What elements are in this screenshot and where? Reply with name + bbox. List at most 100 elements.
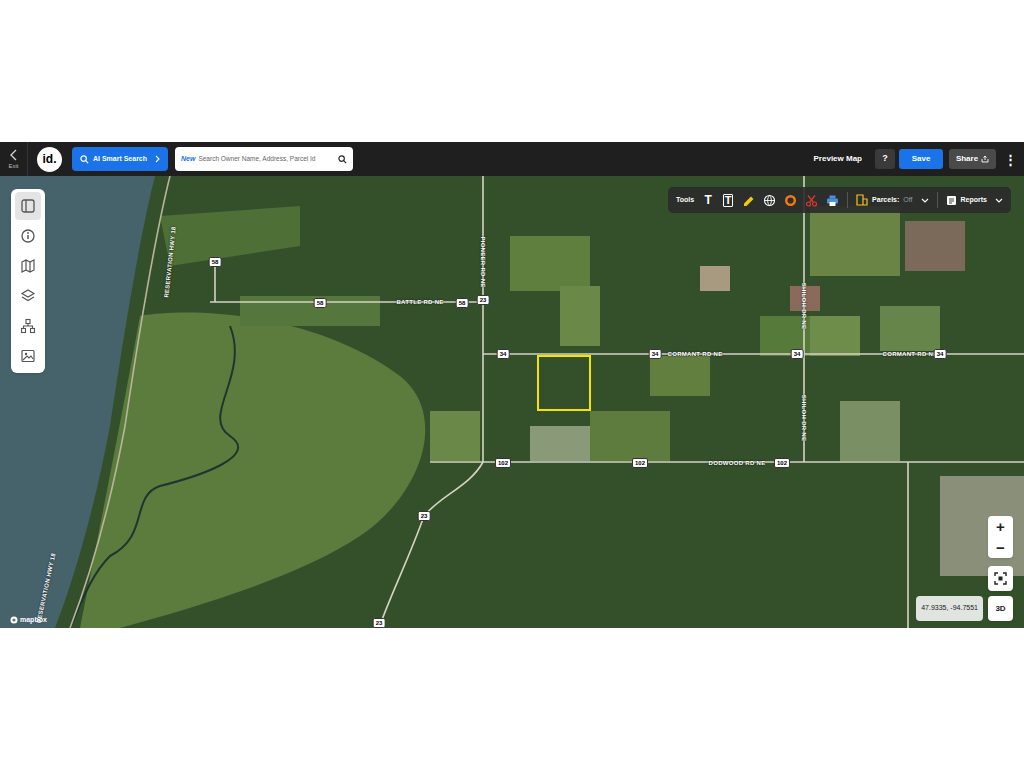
route-shield: 102 — [632, 458, 648, 468]
pencil-icon — [742, 194, 755, 207]
layers-icon — [20, 288, 36, 304]
reports-label: Reports — [961, 195, 987, 206]
divider — [937, 192, 938, 208]
sidebar-item[interactable] — [15, 342, 41, 370]
sidebar-item[interactable] — [15, 252, 41, 280]
logo-text: id. — [43, 153, 57, 165]
text-box-tool: T — [723, 194, 734, 207]
road-label: SHILOH DR NE — [801, 395, 807, 442]
info-icon — [20, 228, 36, 244]
route-shield: 34 — [649, 349, 662, 359]
tool-button[interactable] — [826, 193, 839, 207]
help-button[interactable]: ? — [875, 149, 895, 169]
route-shield: 34 — [791, 349, 804, 359]
parcels-icon — [856, 194, 868, 206]
3d-button[interactable]: 3D — [988, 596, 1013, 621]
scissors-icon — [805, 194, 818, 207]
route-shield: 102 — [774, 458, 790, 468]
save-button[interactable]: Save — [899, 149, 943, 169]
search-icon — [80, 155, 89, 164]
route-shield: 34 — [497, 349, 510, 359]
zoom-controls: + − — [988, 516, 1013, 558]
route-shield: 23 — [418, 511, 431, 521]
save-label: Save — [912, 153, 931, 165]
chevron-right-icon — [155, 155, 160, 163]
sidebar-item[interactable] — [15, 192, 41, 220]
route-shield: 58 — [314, 298, 327, 308]
sidebar-item[interactable] — [15, 282, 41, 310]
image-icon — [20, 348, 36, 364]
logo[interactable]: id. — [37, 147, 62, 172]
satellite-imagery — [0, 176, 1024, 628]
tools-label: Tools — [676, 195, 694, 206]
tool-button[interactable] — [742, 193, 755, 207]
chevron-down-icon — [995, 198, 1003, 203]
bottom-margin — [0, 628, 1024, 768]
report-icon — [946, 195, 957, 206]
map-icon — [20, 258, 36, 274]
globe-icon — [763, 194, 776, 207]
road-label: RESERVATION HWY 18 — [36, 552, 57, 623]
top-margin — [0, 0, 1024, 142]
road-label: SHILOH DR NE — [801, 283, 807, 330]
side-toolbar — [11, 189, 45, 373]
ai-search-button[interactable]: AI Smart Search — [72, 147, 168, 171]
tool-button[interactable] — [763, 193, 776, 207]
exit-label: Exit — [8, 163, 18, 169]
fit-button[interactable] — [988, 566, 1013, 591]
reports-menu[interactable]: Reports — [946, 195, 1003, 206]
route-shield: 23 — [373, 618, 386, 628]
map-toolbar: Tools TT Parcels: Off Reports — [668, 187, 1011, 213]
zoom-in-button[interactable]: + — [988, 516, 1013, 537]
sidebar-item[interactable] — [15, 222, 41, 250]
printer-icon — [826, 194, 839, 207]
chevron-down-icon — [921, 198, 929, 203]
divider — [847, 192, 848, 208]
3d-label: 3D — [995, 603, 1005, 615]
share-button[interactable]: Share — [949, 149, 996, 169]
exit-button[interactable]: Exit — [0, 142, 28, 176]
road-label: RESERVATION HWY 18 — [163, 226, 176, 298]
share-icon — [981, 155, 989, 163]
chevron-left-icon — [10, 149, 18, 161]
hierarchy-icon — [20, 318, 36, 334]
panel-icon — [20, 198, 36, 214]
more-button[interactable]: ⋮ — [1004, 153, 1012, 166]
road-label: CORMANT RD NE — [883, 351, 938, 357]
circle-icon — [784, 194, 797, 207]
tool-button[interactable] — [784, 193, 797, 207]
tool-button[interactable]: T — [702, 193, 714, 207]
road-label: CORMANT RD NE — [668, 351, 723, 357]
route-shield: 102 — [495, 458, 511, 468]
coordinates: 47.9335, -94.7551 — [916, 596, 983, 621]
tool-button[interactable] — [805, 193, 818, 207]
app-header: Exit id. AI Smart Search New Preview Map… — [0, 142, 1024, 176]
map[interactable]: BATTLE RD NEPIONEER RD NECORMANT RD NECO… — [0, 176, 1024, 628]
map-labels: BATTLE RD NEPIONEER RD NECORMANT RD NECO… — [0, 176, 1024, 628]
help-label: ? — [882, 152, 888, 166]
text-tool: T — [704, 194, 711, 206]
tool-button[interactable]: T — [722, 193, 734, 207]
zoom-out-button[interactable]: − — [988, 537, 1013, 558]
attribution-label: mapbox — [20, 615, 47, 626]
mapbox-attribution[interactable]: mapbox — [10, 615, 47, 626]
share-label: Share — [956, 153, 978, 165]
fit-bounds-icon — [994, 572, 1007, 585]
route-shield: 23 — [477, 295, 490, 305]
road-label: PIONEER RD NE — [480, 236, 486, 287]
search-input[interactable] — [198, 154, 335, 164]
parcels-state: Off — [903, 195, 912, 206]
coordinates-label: 47.9335, -94.7551 — [921, 603, 978, 614]
parcels-label: Parcels: — [872, 195, 899, 206]
new-badge: New — [181, 154, 195, 165]
mapbox-logo-icon — [10, 616, 18, 624]
parcel-outline[interactable] — [538, 356, 590, 410]
tools: TT — [702, 193, 839, 207]
route-shield: 58 — [456, 298, 469, 308]
route-shield: 58 — [209, 257, 222, 267]
search-icon[interactable] — [338, 155, 347, 164]
parcels-toggle[interactable]: Parcels: Off — [856, 194, 928, 206]
sidebar-item[interactable] — [15, 312, 41, 340]
preview-map-button[interactable]: Preview Map — [814, 153, 862, 165]
ai-search-label: AI Smart Search — [93, 154, 147, 165]
